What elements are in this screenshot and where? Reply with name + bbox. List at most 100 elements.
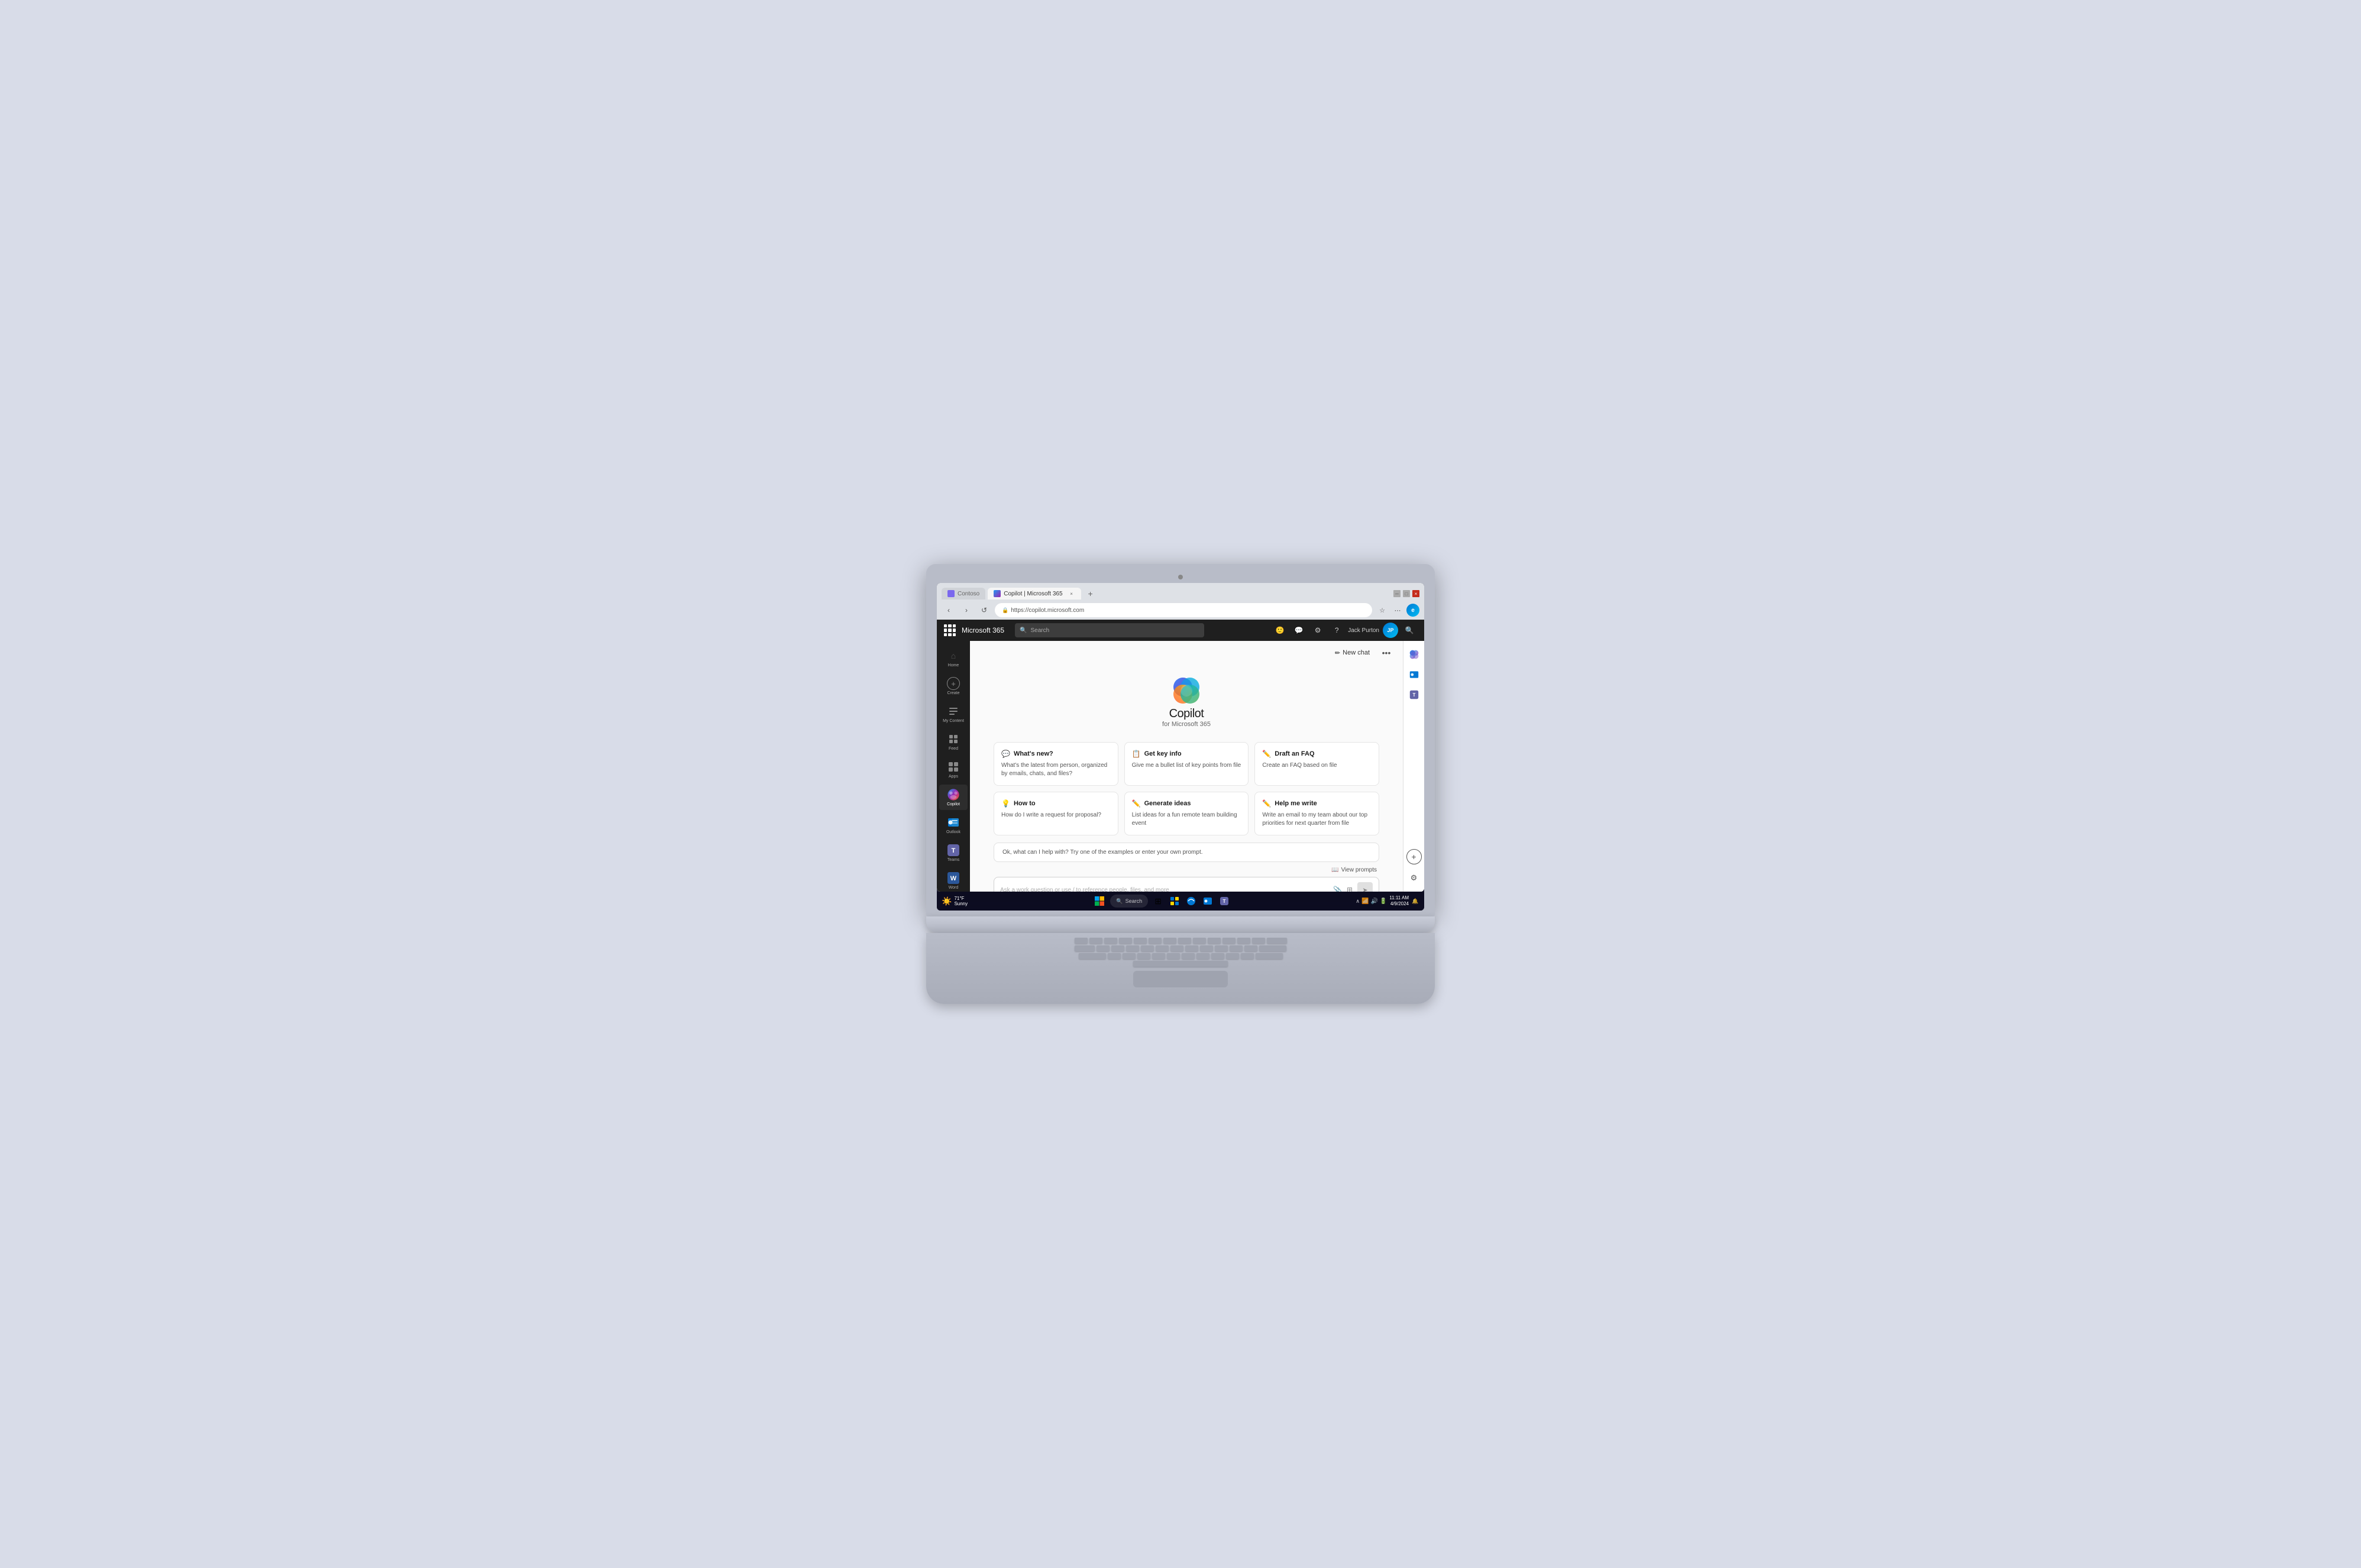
prompt-card-get-key-info[interactable]: 📋 Get key info Give me a bullet list of … — [1124, 742, 1249, 786]
sidebar-item-mycontent[interactable]: My Content — [939, 701, 968, 727]
key[interactable] — [1149, 938, 1162, 944]
key[interactable] — [1141, 945, 1154, 951]
key[interactable] — [1208, 938, 1221, 944]
outlook-taskbar-icon[interactable] — [1201, 895, 1214, 908]
new-tab-button[interactable]: + — [1084, 587, 1098, 601]
sidebar-item-feed[interactable]: Feed — [939, 729, 968, 754]
key[interactable] — [1230, 945, 1243, 951]
back-button[interactable]: ‹ — [942, 603, 956, 617]
key[interactable] — [1185, 945, 1198, 951]
key[interactable] — [1211, 953, 1224, 959]
address-bar[interactable]: 🔒 https://copilot.microsoft.com — [995, 603, 1372, 617]
chat-icon[interactable]: 💬 — [1291, 623, 1306, 638]
widgets-icon[interactable] — [1168, 895, 1181, 908]
network-icon[interactable]: 📶 — [1361, 898, 1369, 905]
help-icon[interactable]: ? — [1329, 623, 1344, 638]
teams-taskbar-icon[interactable]: T — [1218, 895, 1231, 908]
key[interactable] — [1108, 953, 1121, 959]
taskbar-clock[interactable]: 11:11 AM 4/9/2024 — [1389, 895, 1409, 908]
copilot-search-icon[interactable]: 🔍 — [1402, 623, 1417, 638]
key[interactable] — [1156, 945, 1169, 951]
touchpad[interactable] — [1133, 971, 1228, 987]
key[interactable] — [1178, 938, 1191, 944]
key[interactable] — [1196, 953, 1209, 959]
key[interactable] — [1152, 953, 1165, 959]
sidebar-item-create[interactable]: + Create — [939, 673, 968, 699]
key[interactable] — [1111, 945, 1124, 951]
sidebar-item-outlook[interactable]: Outlook — [939, 812, 968, 838]
browser-tab-contoso[interactable]: Contoso — [942, 588, 985, 600]
new-chat-button[interactable]: ✏ New chat — [1330, 647, 1374, 659]
forward-button[interactable]: › — [959, 603, 973, 617]
key[interactable] — [1075, 945, 1095, 951]
key[interactable] — [1222, 938, 1236, 944]
minimize-button[interactable]: ─ — [1393, 590, 1401, 597]
key[interactable] — [1182, 953, 1195, 959]
settings-icon[interactable]: ⚙ — [1310, 623, 1325, 638]
prompt-card-how-to[interactable]: 💡 How to How do I write a request for pr… — [994, 792, 1118, 835]
space-key[interactable] — [1133, 961, 1228, 967]
favorites-icon[interactable]: ☆ — [1376, 604, 1389, 617]
right-panel-add-button[interactable]: + — [1406, 849, 1422, 864]
key[interactable] — [1104, 938, 1117, 944]
prompt-card-help-me-write[interactable]: ✏️ Help me write Write an email to my te… — [1254, 792, 1379, 835]
content-more-button[interactable]: ••• — [1379, 646, 1393, 660]
sidebar-item-copilot[interactable]: Copilot — [939, 785, 968, 810]
edge-taskbar-icon[interactable] — [1185, 895, 1198, 908]
key[interactable] — [1215, 945, 1228, 951]
battery-icon[interactable]: 🔋 — [1380, 898, 1387, 905]
prompt-card-generate-ideas[interactable]: ✏️ Generate ideas List ideas for a fun r… — [1124, 792, 1249, 835]
waffle-menu[interactable] — [944, 624, 956, 636]
chat-input[interactable] — [1000, 887, 1328, 892]
view-prompts-button[interactable]: 📖 View prompts — [1329, 866, 1379, 874]
key[interactable] — [1137, 953, 1150, 959]
notification-center[interactable]: 🔔 — [1411, 897, 1419, 905]
right-panel-outlook-icon[interactable] — [1405, 666, 1423, 683]
tab-close-button[interactable]: × — [1068, 590, 1075, 597]
key[interactable] — [1126, 945, 1139, 951]
key[interactable] — [1167, 953, 1180, 959]
taskbar-weather[interactable]: ☀️ 71°F Sunny — [942, 896, 968, 906]
right-panel-copilot-icon[interactable] — [1405, 646, 1423, 663]
right-panel-settings-icon[interactable]: ⚙ — [1405, 869, 1423, 887]
prompt-card-draft-faq[interactable]: ✏️ Draft an FAQ Create an FAQ based on f… — [1254, 742, 1379, 786]
sidebar-item-home[interactable]: ⌂ Home — [939, 646, 968, 671]
volume-icon[interactable]: 🔊 — [1370, 898, 1377, 905]
attach-icon[interactable]: 📎 — [1333, 886, 1342, 892]
key[interactable] — [1163, 938, 1176, 944]
key[interactable] — [1244, 945, 1257, 951]
send-button[interactable]: ➤ — [1357, 882, 1373, 892]
key[interactable] — [1134, 938, 1147, 944]
key[interactable] — [1256, 953, 1283, 959]
grid-icon[interactable]: ⊞ — [1347, 886, 1353, 892]
chevron-up-icon[interactable]: ∧ — [1356, 898, 1360, 905]
key[interactable] — [1259, 945, 1286, 951]
refresh-button[interactable]: ↺ — [977, 603, 991, 617]
key[interactable] — [1119, 938, 1132, 944]
windows-start-button[interactable] — [1092, 894, 1107, 908]
browser-menu-icon[interactable]: ⋯ — [1391, 604, 1404, 617]
browser-tab-copilot[interactable]: Copilot | Microsoft 365 × — [988, 588, 1081, 600]
sidebar-item-apps[interactable]: Apps — [939, 757, 968, 782]
sidebar-item-word[interactable]: W Word — [939, 868, 968, 892]
key[interactable] — [1170, 945, 1183, 951]
taskbar-search[interactable]: 🔍 Search — [1110, 895, 1148, 908]
key[interactable] — [1097, 945, 1110, 951]
key[interactable] — [1123, 953, 1136, 959]
key[interactable] — [1075, 938, 1088, 944]
close-button[interactable]: × — [1412, 590, 1419, 597]
key[interactable] — [1252, 938, 1265, 944]
key[interactable] — [1200, 945, 1213, 951]
edge-icon[interactable]: e — [1406, 604, 1419, 617]
key[interactable] — [1079, 953, 1106, 959]
maximize-button[interactable]: □ — [1403, 590, 1410, 597]
key[interactable] — [1089, 938, 1102, 944]
prompt-card-whats-new[interactable]: 💬 What's new? What's the latest from per… — [994, 742, 1118, 786]
user-avatar[interactable]: JP — [1383, 623, 1398, 638]
key[interactable] — [1241, 953, 1254, 959]
key[interactable] — [1237, 938, 1250, 944]
taskview-icon[interactable]: ⊞ — [1152, 895, 1165, 908]
key[interactable] — [1226, 953, 1239, 959]
sidebar-item-teams[interactable]: T Teams — [939, 840, 968, 866]
key[interactable] — [1193, 938, 1206, 944]
